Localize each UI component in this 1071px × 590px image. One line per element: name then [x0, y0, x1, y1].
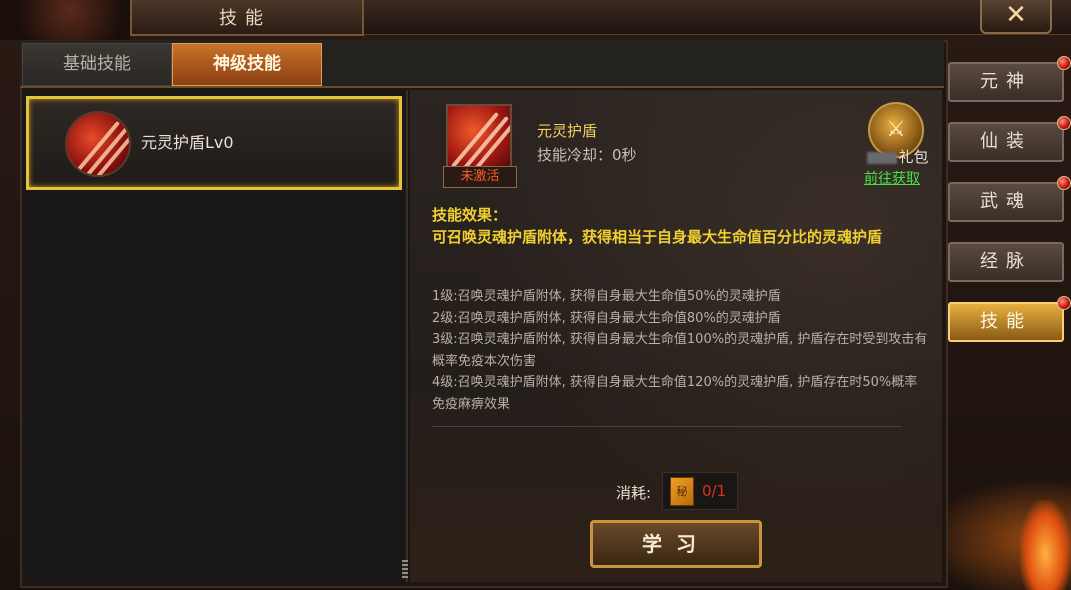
corner-ornament	[0, 0, 130, 40]
close-icon: ✕	[1005, 0, 1027, 30]
tab-divine-skills[interactable]: 神级技能	[172, 43, 322, 86]
level-line-2: 2级:召唤灵魂护盾附体, 获得自身最大生命值80%的灵魂护盾	[432, 310, 781, 326]
notification-dot	[1057, 56, 1071, 70]
shield-slash-icon	[65, 111, 131, 177]
gift-label: 礼包	[862, 146, 934, 167]
side-nav-jingmai[interactable]: 经脉	[948, 242, 1064, 282]
brazier-fire-decoration	[1020, 500, 1071, 590]
notification-dot	[1057, 176, 1071, 190]
skill-list-item-selected[interactable]: 元灵护盾Lv0	[26, 96, 402, 190]
skill-cooldown: 技能冷却：0秒	[537, 146, 637, 164]
skill-detail-icon	[446, 104, 512, 170]
window-title: 技能	[219, 8, 271, 29]
side-nav-skills[interactable]: 技能	[948, 302, 1064, 342]
notification-dot	[1057, 296, 1071, 310]
level-line-1: 1级:召唤灵魂护盾附体, 获得自身最大生命值50%的灵魂护盾	[432, 289, 781, 304]
level-list: 1级:召唤灵魂护盾附体, 获得自身最大生命值50%的灵魂护盾 2级:召唤灵魂护盾…	[432, 286, 930, 415]
side-nav-yuanshen[interactable]: 元神	[948, 62, 1064, 102]
goto-obtain-link[interactable]: 前往获取	[864, 168, 920, 188]
scrollbar-handle[interactable]	[402, 560, 408, 578]
tab-basic-skills[interactable]: 基础技能	[22, 43, 172, 86]
cost-label: 消耗:	[616, 484, 652, 502]
notification-dot	[1057, 116, 1071, 130]
level-line-4: 4级:召唤灵魂护盾附体, 获得自身最大生命值120%的灵魂护盾, 护盾存在时50…	[432, 375, 918, 412]
redacted-text	[867, 151, 898, 164]
learn-button[interactable]: 学习	[590, 520, 762, 568]
side-nav-xianzhuang[interactable]: 仙装	[948, 122, 1064, 162]
level-line-3: 3级:召唤灵魂护盾附体, 获得自身最大生命值100%的灵魂护盾, 护盾存在时受到…	[432, 332, 928, 369]
close-button[interactable]: ✕	[980, 0, 1052, 34]
status-badge: 未激活	[443, 166, 517, 188]
cost-count: 0/1	[702, 482, 727, 500]
skill-item-label: 元灵护盾Lv0	[141, 133, 234, 152]
divider	[432, 426, 902, 427]
effect-description: 可召唤灵魂护盾附体，获得相当于自身最大生命值百分比的灵魂护盾	[432, 228, 883, 246]
effect-heading: 技能效果：	[432, 206, 508, 224]
skill-name: 元灵护盾	[537, 122, 598, 140]
skill-book-icon: 秘	[670, 477, 694, 506]
side-nav-wuhun[interactable]: 武魂	[948, 182, 1064, 222]
